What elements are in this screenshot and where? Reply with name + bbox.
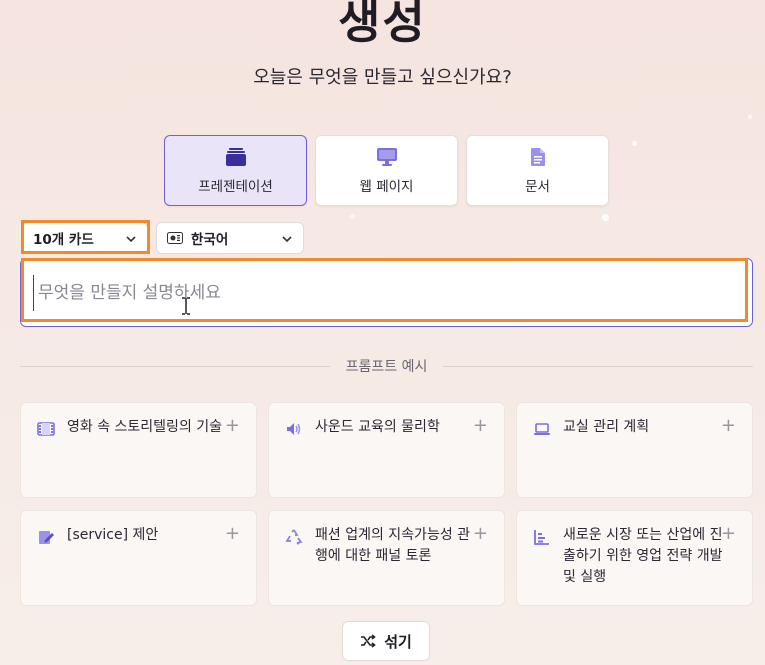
presentation-icon — [225, 147, 246, 166]
shuffle-label: 섞기 — [384, 632, 412, 651]
laptop-icon — [534, 423, 550, 435]
example-card[interactable]: 패션 업계의 지속가능성 관행에 대한 패널 토론 + — [268, 510, 505, 606]
example-text: 교실 관리 계획 — [563, 419, 650, 435]
example-text: 새로운 시장 또는 산업에 진출하기 위한 영업 전략 개발 및 실행 — [563, 527, 723, 585]
chevron-down-icon — [282, 236, 292, 243]
type-label: 프레젠테이션 — [198, 178, 273, 195]
film-icon — [37, 422, 55, 436]
type-presentation[interactable]: 프레젠테이션 — [164, 135, 307, 206]
shuffle-icon — [361, 634, 376, 648]
example-card[interactable]: [service] 제안 + — [20, 510, 257, 606]
example-text: 사운드 교육의 물리학 — [315, 419, 440, 435]
card-count-value: 10개 카드 — [33, 232, 94, 248]
chart-icon — [534, 530, 549, 545]
prompt-box — [20, 258, 753, 327]
example-card[interactable]: 영화 속 스토리텔링의 기술 + — [20, 402, 257, 498]
example-text: 패션 업계의 지속가능성 관행에 대한 패널 토론 — [315, 527, 471, 564]
sparkle-decoration — [632, 141, 637, 146]
card-count-dropdown[interactable]: 10개 카드 — [22, 222, 148, 254]
sparkle-decoration — [602, 214, 609, 221]
add-plus-icon[interactable]: + — [473, 415, 488, 436]
sparkle-decoration — [748, 115, 752, 119]
divider-line — [20, 365, 330, 367]
add-plus-icon[interactable]: + — [473, 523, 488, 544]
language-flag-icon — [167, 232, 183, 244]
document-icon — [530, 147, 545, 166]
language-value: 한국어 — [191, 232, 229, 248]
type-webpage[interactable]: 웹 페이지 — [315, 135, 458, 206]
chevron-down-icon — [126, 236, 136, 243]
speaker-icon — [287, 423, 301, 435]
type-label: 문서 — [525, 178, 550, 195]
monitor-icon — [376, 147, 397, 166]
page-subtitle: 오늘은 무엇을 만들고 싶으신가요? — [253, 67, 512, 88]
examples-divider: 프롬프트 예시 — [20, 355, 754, 377]
examples-heading: 프롬프트 예시 — [345, 359, 428, 375]
text-cursor-icon — [182, 297, 190, 315]
edit-icon — [39, 531, 54, 544]
language-dropdown[interactable]: 한국어 — [156, 222, 304, 254]
prompt-input[interactable] — [33, 275, 733, 311]
type-label: 웹 페이지 — [359, 178, 414, 195]
add-plus-icon[interactable]: + — [721, 415, 736, 436]
add-plus-icon[interactable]: + — [225, 415, 240, 436]
recycle-icon — [285, 529, 303, 545]
add-plus-icon[interactable]: + — [225, 523, 240, 544]
example-card[interactable]: 교실 관리 계획 + — [516, 402, 753, 498]
example-text: 영화 속 스토리텔링의 기술 — [67, 419, 223, 435]
example-text: [service] 제안 — [67, 527, 159, 543]
example-card[interactable]: 사운드 교육의 물리학 + — [268, 402, 505, 498]
example-card[interactable]: 새로운 시장 또는 산업에 진출하기 위한 영업 전략 개발 및 실행 + — [516, 510, 753, 606]
page-title: 생성 — [338, 0, 427, 49]
sparkle-decoration — [350, 214, 355, 219]
type-document[interactable]: 문서 — [466, 135, 609, 206]
divider-line — [443, 365, 754, 367]
add-plus-icon[interactable]: + — [721, 523, 736, 544]
shuffle-button[interactable]: 섞기 — [342, 621, 430, 661]
